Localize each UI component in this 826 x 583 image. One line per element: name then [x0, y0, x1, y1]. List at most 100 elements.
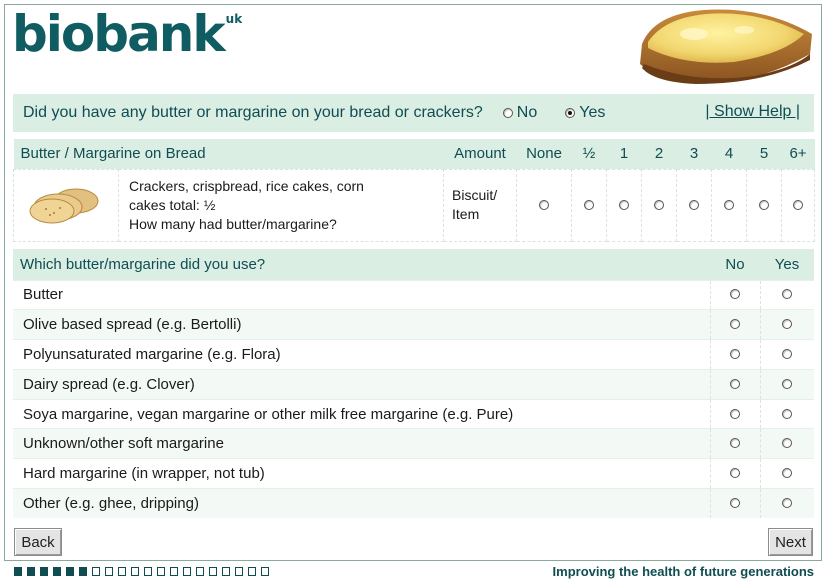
crackers-description-line3: How many had butter/margarine? [129, 215, 337, 232]
amount-6plus-cell[interactable] [781, 168, 816, 242]
butter-amount-table: Butter / Margarine on Bread Amount None … [13, 139, 816, 242]
progress-block [144, 567, 152, 576]
radio-unknown-yes[interactable] [782, 438, 793, 449]
header-which-margarine: Which butter/margarine did you use? [13, 249, 710, 280]
progress-block [261, 567, 269, 576]
crackers-description-line1: Crackers, crispbread, rice cakes, corn [129, 177, 364, 194]
radio-other-yes[interactable] [782, 498, 793, 509]
amount-cell: Biscuit/ Item [443, 168, 518, 242]
table-row: Unknown/other soft margarine [13, 428, 814, 459]
header-4: 4 [711, 139, 747, 169]
crackers-description: Crackers, crispbread, rice cakes, corn c… [117, 168, 445, 242]
type-table-header: Which butter/margarine did you use? No Y… [13, 249, 814, 280]
radio-amount-5[interactable] [759, 200, 770, 210]
cell-hard-no[interactable] [709, 458, 760, 489]
amount-half-cell[interactable] [571, 168, 608, 242]
amount-5-cell[interactable] [746, 168, 783, 242]
cell-soya-yes[interactable] [759, 398, 814, 429]
radio-other-no[interactable] [730, 498, 740, 509]
header-5: 5 [746, 139, 782, 169]
cell-hard-yes[interactable] [759, 458, 814, 489]
header-2: 2 [641, 139, 677, 169]
question-option-no[interactable]: No [502, 104, 538, 122]
cell-poly-no[interactable] [709, 339, 760, 370]
radio-unknown-no[interactable] [730, 438, 740, 449]
progress-block [157, 567, 165, 576]
buttered-toast-image [640, 9, 812, 84]
radio-butter-no[interactable] [730, 289, 740, 300]
table-row: Hard margarine (in wrapper, not tub) [13, 458, 814, 489]
radio-dairy-no[interactable] [730, 378, 740, 389]
cell-olive-yes[interactable] [759, 309, 814, 340]
radio-no-label: No [516, 104, 538, 121]
radio-yes[interactable] [565, 108, 576, 118]
radio-amount-3[interactable] [689, 200, 700, 210]
cell-unknown-no[interactable] [709, 428, 760, 459]
crackers-image [29, 188, 99, 223]
amount-1-cell[interactable] [606, 168, 643, 242]
radio-olive-yes[interactable] [782, 319, 793, 330]
progress-block [170, 567, 178, 576]
header-6plus: 6+ [781, 139, 815, 169]
progress-block [248, 567, 256, 576]
radio-yes-label: Yes [579, 104, 606, 121]
cell-other-no[interactable] [709, 488, 760, 519]
progress-block [40, 567, 48, 576]
progress-block [118, 567, 126, 576]
cell-poly-yes[interactable] [759, 339, 814, 370]
progress-block [222, 567, 230, 576]
amount-4-cell[interactable] [711, 168, 748, 242]
progress-block [105, 567, 113, 576]
cell-olive-no[interactable] [709, 309, 760, 340]
radio-dairy-yes[interactable] [782, 378, 793, 389]
radio-amount-2[interactable] [654, 200, 665, 210]
radio-poly-no[interactable] [730, 348, 740, 359]
question-option-yes[interactable]: Yes [565, 104, 605, 122]
radio-soya-no[interactable] [730, 408, 740, 419]
header-amount: Amount [443, 139, 517, 169]
cell-soya-no[interactable] [709, 398, 760, 429]
cell-dairy-no[interactable] [709, 368, 760, 400]
radio-amount-half[interactable] [584, 200, 595, 210]
progress-block [14, 567, 22, 576]
back-button[interactable]: Back [14, 528, 62, 556]
progress-block [183, 567, 191, 576]
logo-uk-superscript: uk [225, 12, 243, 26]
question-bar: Did you have any butter or margarine on … [13, 94, 814, 132]
next-button[interactable]: Next [768, 528, 813, 556]
cell-other-yes[interactable] [759, 488, 814, 519]
cell-unknown-yes[interactable] [759, 428, 814, 459]
header-no: No [710, 249, 760, 280]
radio-hard-yes[interactable] [782, 468, 793, 479]
progress-block [66, 567, 74, 576]
cell-butter-yes[interactable] [759, 279, 814, 310]
show-help-link[interactable]: | Show Help | [705, 103, 800, 121]
cell-dairy-yes[interactable] [759, 368, 814, 400]
radio-amount-1[interactable] [619, 200, 630, 210]
cell-butter-no[interactable] [709, 279, 760, 310]
footer-tagline: Improving the health of future generatio… [552, 564, 814, 579]
row-label-olive-spread: Olive based spread (e.g. Bertolli) [13, 309, 710, 340]
header-none: None [516, 139, 572, 169]
header-half: ½ [571, 139, 607, 169]
radio-hard-no[interactable] [730, 468, 740, 479]
radio-butter-yes[interactable] [782, 289, 793, 300]
radio-soya-yes[interactable] [782, 408, 793, 419]
radio-amount-6plus[interactable] [793, 200, 804, 210]
row-label-dairy-spread: Dairy spread (e.g. Clover) [13, 368, 710, 400]
table-row: Other (e.g. ghee, dripping) [13, 488, 814, 519]
header-1: 1 [606, 139, 642, 169]
butter-table-header: Butter / Margarine on Bread Amount None … [13, 139, 815, 169]
amount-none-cell[interactable] [516, 168, 573, 242]
biobank-logo: biobank uk [12, 6, 242, 66]
radio-amount-4[interactable] [724, 200, 735, 210]
amount-3-cell[interactable] [676, 168, 713, 242]
radio-poly-yes[interactable] [782, 348, 793, 359]
radio-amount-none[interactable] [539, 200, 550, 210]
header-yes: Yes [760, 249, 814, 280]
amount-2-cell[interactable] [641, 168, 678, 242]
progress-block [131, 567, 139, 576]
radio-no[interactable] [502, 108, 513, 118]
crackers-description-line2: cakes total: ½ [129, 196, 216, 213]
radio-olive-no[interactable] [730, 319, 740, 330]
